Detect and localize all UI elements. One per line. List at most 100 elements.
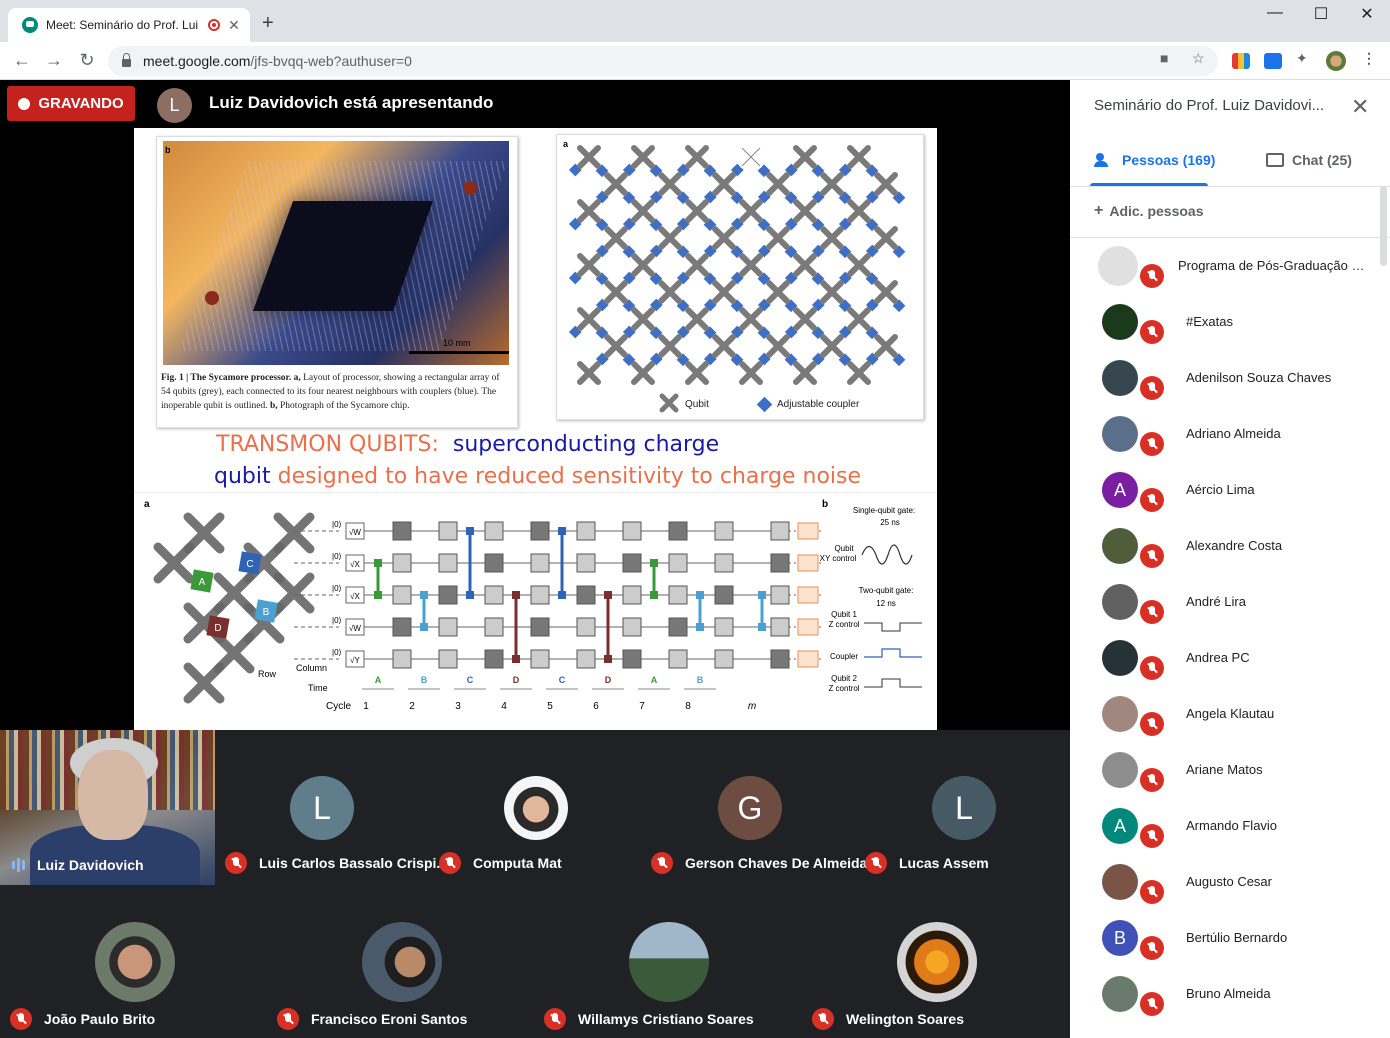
- participant-list-item[interactable]: A Aércio Lima: [1070, 462, 1380, 518]
- participant-list-item[interactable]: Alexandre Costa: [1070, 518, 1380, 574]
- participant-list-name: Programa de Pós-Graduação e...: [1178, 258, 1368, 273]
- qubit: [874, 172, 898, 196]
- minimize-button[interactable]: —: [1252, 4, 1298, 22]
- gate: [668, 617, 688, 637]
- maximize-button[interactable]: ☐: [1298, 4, 1344, 24]
- participant-list-avatar: [1102, 584, 1138, 620]
- participant-list-name: André Lira: [1186, 594, 1246, 609]
- participant-list-name: Augusto Cesar: [1186, 874, 1272, 889]
- mic-off-icon: [439, 852, 461, 874]
- timing-label: Z control: [828, 684, 859, 693]
- qubit: [847, 199, 871, 223]
- participant-tile[interactable]: G Gerson Chaves De Almeida: [643, 730, 867, 885]
- pattern-label: C: [467, 675, 474, 685]
- qubit: [577, 145, 601, 169]
- participant-list-item[interactable]: André Lira: [1070, 574, 1380, 630]
- url-omnibox[interactable]: meet.google.com/jfs-bvqq-web?authuser=0: [108, 46, 1218, 76]
- tab-close-icon[interactable]: ✕: [226, 17, 242, 34]
- participant-list-item[interactable]: Adriano Almeida: [1070, 406, 1380, 462]
- cycle-number: 1: [363, 701, 369, 712]
- readout: [797, 650, 819, 668]
- new-tab-button[interactable]: +: [262, 12, 274, 35]
- qubit: [658, 172, 682, 196]
- participant-list-item[interactable]: Andrea PC: [1070, 630, 1380, 686]
- lattice-qubit: [273, 512, 315, 554]
- qubit: [847, 253, 871, 277]
- gate: [622, 521, 642, 541]
- chrome-menu-icon[interactable]: ⋮: [1362, 50, 1376, 67]
- extension-1-icon[interactable]: [1232, 53, 1250, 69]
- participant-list-name: Adriano Almeida: [1186, 426, 1281, 441]
- gate: [668, 649, 688, 669]
- gate: [438, 617, 458, 637]
- gate: [770, 649, 790, 669]
- timing-label: XY control: [820, 554, 857, 563]
- tab-chat[interactable]: Chat (25): [1266, 152, 1352, 168]
- participant-list-avatar: [1102, 304, 1138, 340]
- sidebar-scrollbar[interactable]: [1380, 186, 1387, 266]
- cycle-number: 4: [501, 701, 507, 712]
- participant-list-item[interactable]: Ariane Matos: [1070, 742, 1380, 798]
- participant-list-item[interactable]: Adenilson Souza Chaves: [1070, 350, 1380, 406]
- mic-off-icon: [1140, 544, 1164, 568]
- extension-2-icon[interactable]: [1264, 53, 1282, 69]
- participant-tile[interactable]: L Luis Carlos Bassalo Crispi...: [215, 730, 448, 885]
- tab-people[interactable]: Pessoas (169): [1094, 152, 1215, 168]
- bookmark-star-icon[interactable]: ☆: [1192, 50, 1205, 67]
- back-arrow-icon[interactable]: ←: [10, 50, 34, 71]
- recording-badge[interactable]: GRAVANDO: [7, 86, 135, 121]
- presentation-topbar: GRAVANDO L Luiz Davidovich está apresent…: [0, 80, 1070, 128]
- participant-tile[interactable]: Willamys Cristiano Soares: [534, 890, 802, 1038]
- timing-label: Qubit: [834, 544, 854, 553]
- qubit: [847, 361, 871, 385]
- browser-tab[interactable]: Meet: Seminário do Prof. Lui ✕: [8, 8, 250, 42]
- participant-tile[interactable]: L Lucas Assem: [857, 730, 1070, 885]
- camera-icon[interactable]: ■: [1160, 50, 1168, 66]
- participant-tile[interactable]: Francisco Eroni Santos: [267, 890, 534, 1038]
- add-people-button[interactable]: + Adic. pessoas: [1094, 202, 1204, 220]
- participant-tile[interactable]: Welington Soares: [802, 890, 1070, 1038]
- pattern-label: D: [605, 675, 612, 685]
- participant-avatar: L: [932, 776, 996, 840]
- gate: [576, 649, 596, 669]
- gate: [576, 585, 596, 605]
- people-icon: [1094, 153, 1116, 167]
- scale-label: 10 mm: [443, 338, 471, 348]
- extensions-puzzle-icon[interactable]: ✦: [1296, 50, 1308, 67]
- qubit-legend-icon: [659, 393, 679, 413]
- qubit: [874, 280, 898, 304]
- tab-title: Meet: Seminário do Prof. Lui: [46, 18, 199, 32]
- participant-list-item[interactable]: Bruno Almeida: [1070, 966, 1380, 1022]
- participant-list-name: Angela Klautau: [1186, 706, 1275, 721]
- participant-list-item[interactable]: A Armando Flavio: [1070, 798, 1380, 854]
- participant-list-item[interactable]: Programa de Pós-Graduação e...: [1070, 238, 1380, 294]
- profile-avatar[interactable]: [1326, 51, 1346, 71]
- participant-list-item[interactable]: Augusto Cesar: [1070, 854, 1380, 910]
- gate: [392, 553, 412, 573]
- forward-arrow-icon[interactable]: →: [42, 50, 66, 71]
- window-close-button[interactable]: ✕: [1344, 4, 1390, 24]
- close-sidebar-icon[interactable]: ✕: [1351, 94, 1369, 120]
- participant-list-item[interactable]: #Exatas: [1070, 294, 1380, 350]
- participant-tile[interactable]: João Paulo Brito: [0, 890, 267, 1038]
- readout: [797, 522, 819, 540]
- participant-list-item[interactable]: Angela Klautau: [1070, 686, 1380, 742]
- qubit: [820, 334, 844, 358]
- ket-label: |0⟩: [332, 648, 342, 657]
- readout: [797, 586, 819, 604]
- browser-tabbar: Meet: Seminário do Prof. Lui ✕ + — ☐ ✕: [0, 0, 1390, 42]
- qubit: [739, 361, 763, 385]
- qubit: [577, 307, 601, 331]
- presenter-video-tile[interactable]: Luiz Davidovich: [0, 730, 215, 885]
- qubit-grid-diagram: [568, 145, 906, 385]
- timing-label: 25 ns: [880, 518, 900, 527]
- legend-coupler: Adjustable coupler: [777, 399, 860, 410]
- gate: [438, 585, 458, 605]
- participant-list-item[interactable]: B Bertúlio Bernardo: [1070, 910, 1380, 966]
- reload-icon[interactable]: ↻: [75, 50, 99, 71]
- participant-tile[interactable]: Computa Mat: [429, 730, 643, 885]
- cycle-label: Cycle: [326, 701, 351, 712]
- gate: [770, 585, 790, 605]
- qubit: [658, 334, 682, 358]
- record-dot-icon: [18, 97, 31, 110]
